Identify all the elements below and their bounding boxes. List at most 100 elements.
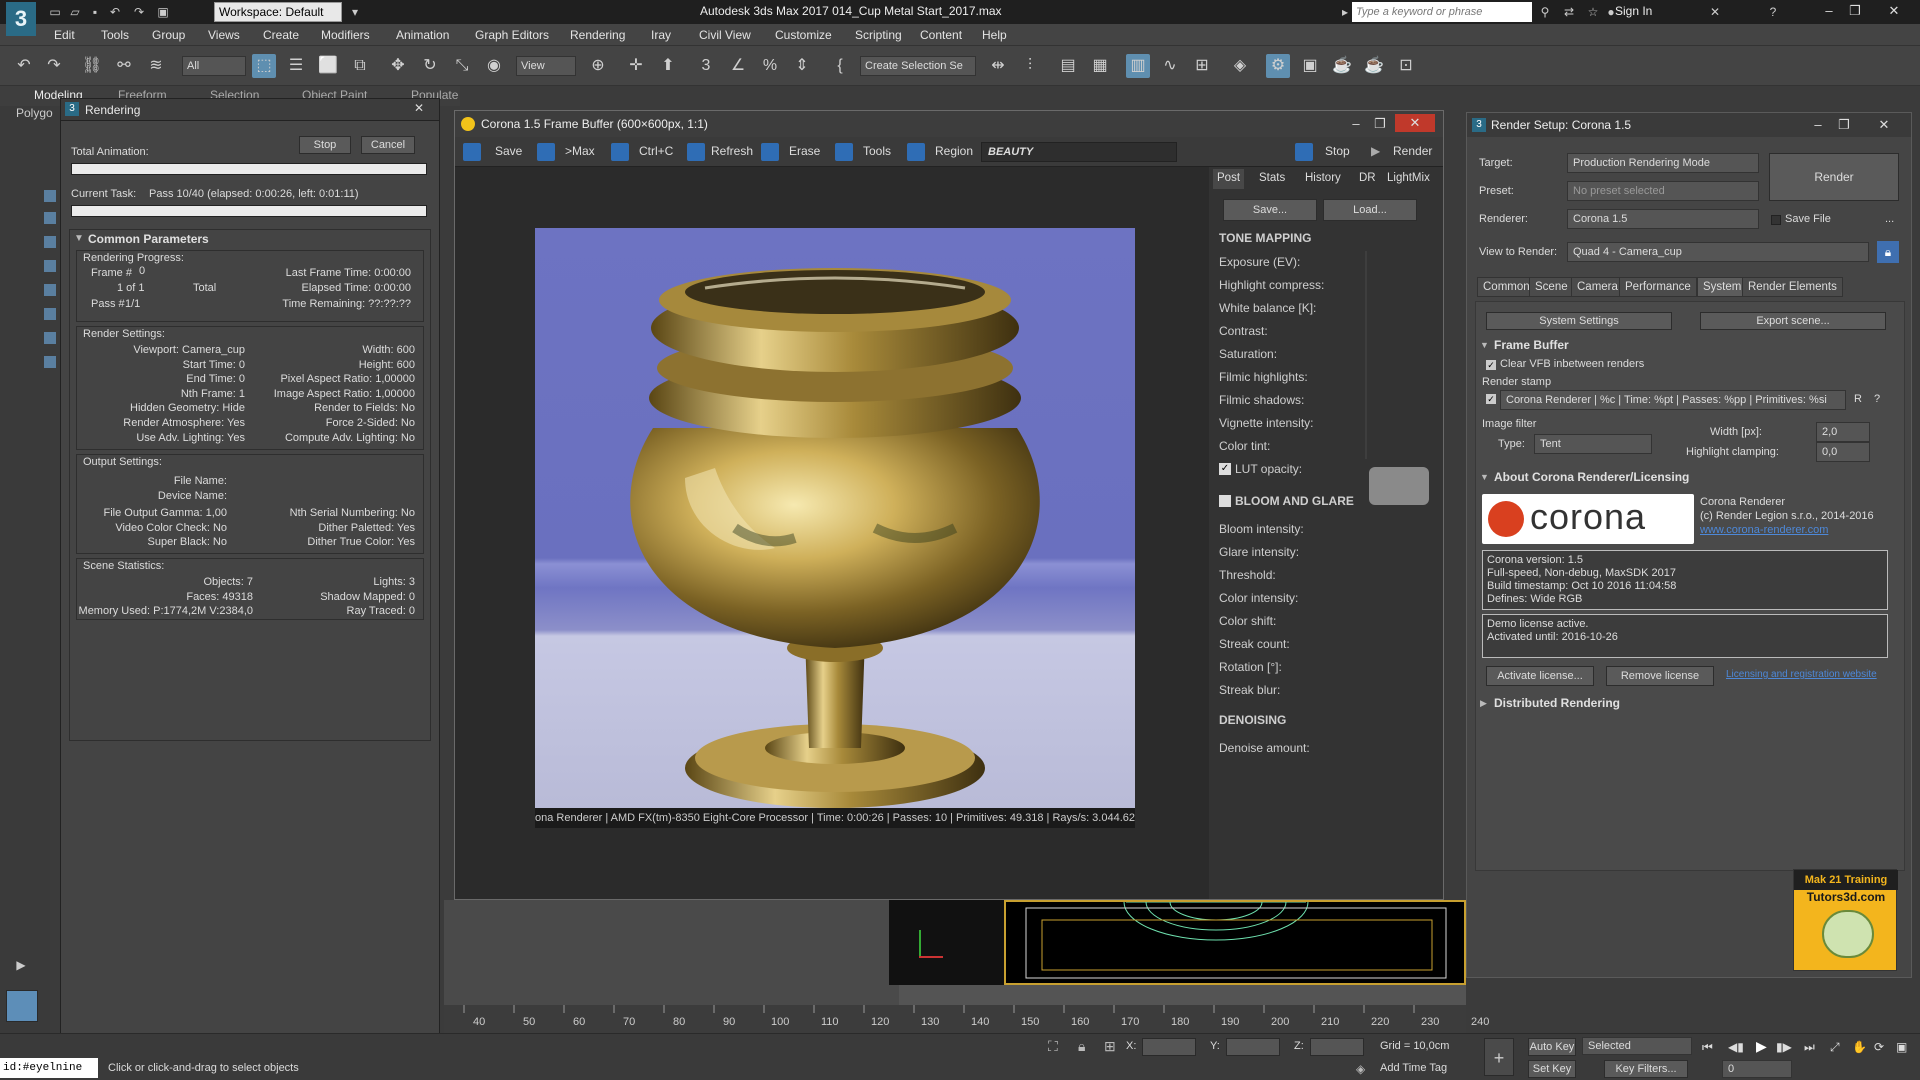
region-button[interactable]: Region [935,144,973,158]
render-iterative-icon[interactable]: ☕ [1362,54,1386,78]
angle-snap-icon[interactable]: ∠ [726,54,750,78]
unlink-icon[interactable]: ⚯ [112,54,136,78]
close-x-icon[interactable]: ✕ [1706,3,1724,21]
tab-lightmix[interactable]: LightMix [1383,169,1434,189]
view-to-render-dropdown[interactable]: Quad 4 - Camera_cup [1567,242,1869,262]
menu-graph-editors[interactable]: Graph Editors [475,28,549,42]
scene-explorer-icon[interactable]: ▥ [1126,54,1150,78]
save-file-checkbox[interactable] [1771,215,1781,225]
menu-help[interactable]: Help [982,28,1007,42]
tab-common[interactable]: Common [1477,277,1536,297]
viewport-camera[interactable] [444,900,1466,1005]
help-icon[interactable]: ? [1764,3,1782,21]
render-button[interactable]: Render [1393,144,1432,158]
rendered-frame-window-icon[interactable]: ▣ [1298,54,1322,78]
post-save-button[interactable]: Save... [1223,199,1317,221]
highlight-clamping-spinner[interactable]: 0,0 [1816,442,1870,462]
to-max-button[interactable]: >Max [565,144,595,158]
save-file-icon[interactable]: ▪ [86,3,104,21]
star-icon[interactable]: ☆ [1584,3,1602,21]
project-icon[interactable]: ▣ [154,3,172,21]
redo-icon[interactable]: ↷ [130,3,148,21]
workspace-arrow-icon[interactable]: ▾ [346,3,364,21]
pan-view-icon[interactable]: ✋ [1852,1040,1867,1054]
ribbon-toggle-icon[interactable]: ▦ [1088,54,1112,78]
undo-icon[interactable]: ↶ [12,54,36,78]
menu-customize[interactable]: Customize [775,28,832,42]
scale-icon[interactable]: ⤡ [450,54,474,78]
mirror-icon[interactable]: ⇹ [986,54,1010,78]
orbit-icon[interactable]: ⟳ [1874,1040,1884,1054]
next-frame-icon[interactable]: ▮▶ [1776,1040,1792,1054]
key-selection-dropdown[interactable]: Selected [1582,1037,1692,1055]
save-button[interactable]: Save [495,144,522,158]
absolute-mode-icon[interactable]: ⊞ [1104,1038,1116,1055]
current-frame-field[interactable]: 0 [1722,1060,1792,1078]
activate-license-button[interactable]: Activate license... [1486,666,1594,686]
menu-scripting[interactable]: Scripting [855,28,902,42]
ctrl-c-button[interactable]: Ctrl+C [639,144,673,158]
lut-checkbox[interactable]: ✓ [1219,463,1231,475]
lock-icon[interactable]: 🔒︎ [1877,241,1899,263]
tools-icon[interactable] [835,143,853,161]
menu-content[interactable]: Content [920,28,962,42]
play-icon[interactable]: ▶ [1756,1038,1767,1055]
renderer-dropdown[interactable]: Corona 1.5 [1567,209,1759,229]
time-tag-icon[interactable]: ◈ [1356,1062,1365,1076]
y-coordinate-field[interactable] [1226,1038,1280,1056]
bind-space-warp-icon[interactable]: ≋ [144,54,168,78]
post-load-button[interactable]: Load... [1323,199,1417,221]
menu-edit[interactable]: Edit [54,28,75,42]
tab-system[interactable]: System [1697,277,1748,297]
render-stamp-field[interactable]: Corona Renderer | %c | Time: %pt | Passe… [1500,390,1846,410]
key-filters-button[interactable]: Key Filters... [1604,1060,1688,1078]
licensing-website-link[interactable]: Licensing and registration website [1726,669,1877,680]
x-coordinate-field[interactable] [1142,1038,1196,1056]
add-time-tag[interactable]: Add Time Tag [1380,1062,1447,1074]
vfb-close-icon[interactable]: ✕ [1395,114,1435,132]
maxscript-listener-input[interactable]: id:#eyelnine [0,1058,98,1078]
erase-button[interactable]: Erase [789,144,820,158]
rotate-icon[interactable]: ↻ [418,54,442,78]
isolate-selection-icon[interactable]: ⛶ [1048,1038,1058,1055]
save-file-ellipsis[interactable]: ... [1885,213,1894,225]
undo-icon[interactable]: ↶ [106,3,124,21]
zoom-extents-icon[interactable]: ⤢ [1830,1040,1840,1055]
menu-create[interactable]: Create [263,28,299,42]
stop-icon[interactable] [1295,143,1313,161]
app-logo-icon[interactable]: 3 [6,2,36,36]
frame-buffer-heading[interactable]: Frame Buffer [1494,336,1569,354]
maximize-viewport-icon[interactable]: ▣ [1896,1040,1907,1054]
border-icon[interactable] [44,260,56,272]
stamp-r-button[interactable]: R [1854,393,1862,405]
go-to-start-icon[interactable]: ⏮ [1702,1040,1713,1055]
tab-post[interactable]: Post [1213,169,1245,189]
binoculars-icon[interactable]: ⚲ [1536,3,1554,21]
vfb-maximize-icon[interactable]: ❐ [1369,115,1391,133]
active-viewport-frame[interactable] [1004,900,1466,985]
to-max-icon[interactable] [537,143,555,161]
copy-icon[interactable] [611,143,629,161]
snap-3d-icon[interactable]: 3 [694,54,718,78]
set-key-button[interactable]: Set Key [1528,1060,1576,1078]
reference-coordinate-dropdown[interactable]: View [516,56,576,76]
render-button[interactable]: Render [1769,153,1899,201]
polygon-modeling-tab[interactable]: Polygo [16,106,53,120]
setup-maximize-icon[interactable]: ❐ [1833,116,1855,134]
collapse-arrow-icon[interactable]: ▼ [74,233,84,244]
align-icon[interactable]: ⫶ [1018,54,1042,78]
named-selection-dropdown[interactable]: Create Selection Se [860,56,976,76]
minimize-icon[interactable]: – [1818,2,1840,20]
cut-icon[interactable] [44,332,56,344]
redo-icon[interactable]: ↷ [42,54,66,78]
polygon-icon[interactable] [44,212,56,224]
set-key-icon[interactable]: + [1484,1038,1514,1076]
tab-dr[interactable]: DR [1355,169,1380,189]
color-tint-swatch[interactable] [1369,467,1429,505]
about-arrow-icon[interactable]: ▼ [1480,472,1489,482]
render-setup-icon[interactable]: ⚙ [1266,54,1290,78]
maximize-icon[interactable]: ❐ [1844,2,1866,20]
auto-key-button[interactable]: Auto Key [1528,1038,1576,1056]
erase-icon[interactable] [761,143,779,161]
new-file-icon[interactable]: ▭ [46,3,64,21]
